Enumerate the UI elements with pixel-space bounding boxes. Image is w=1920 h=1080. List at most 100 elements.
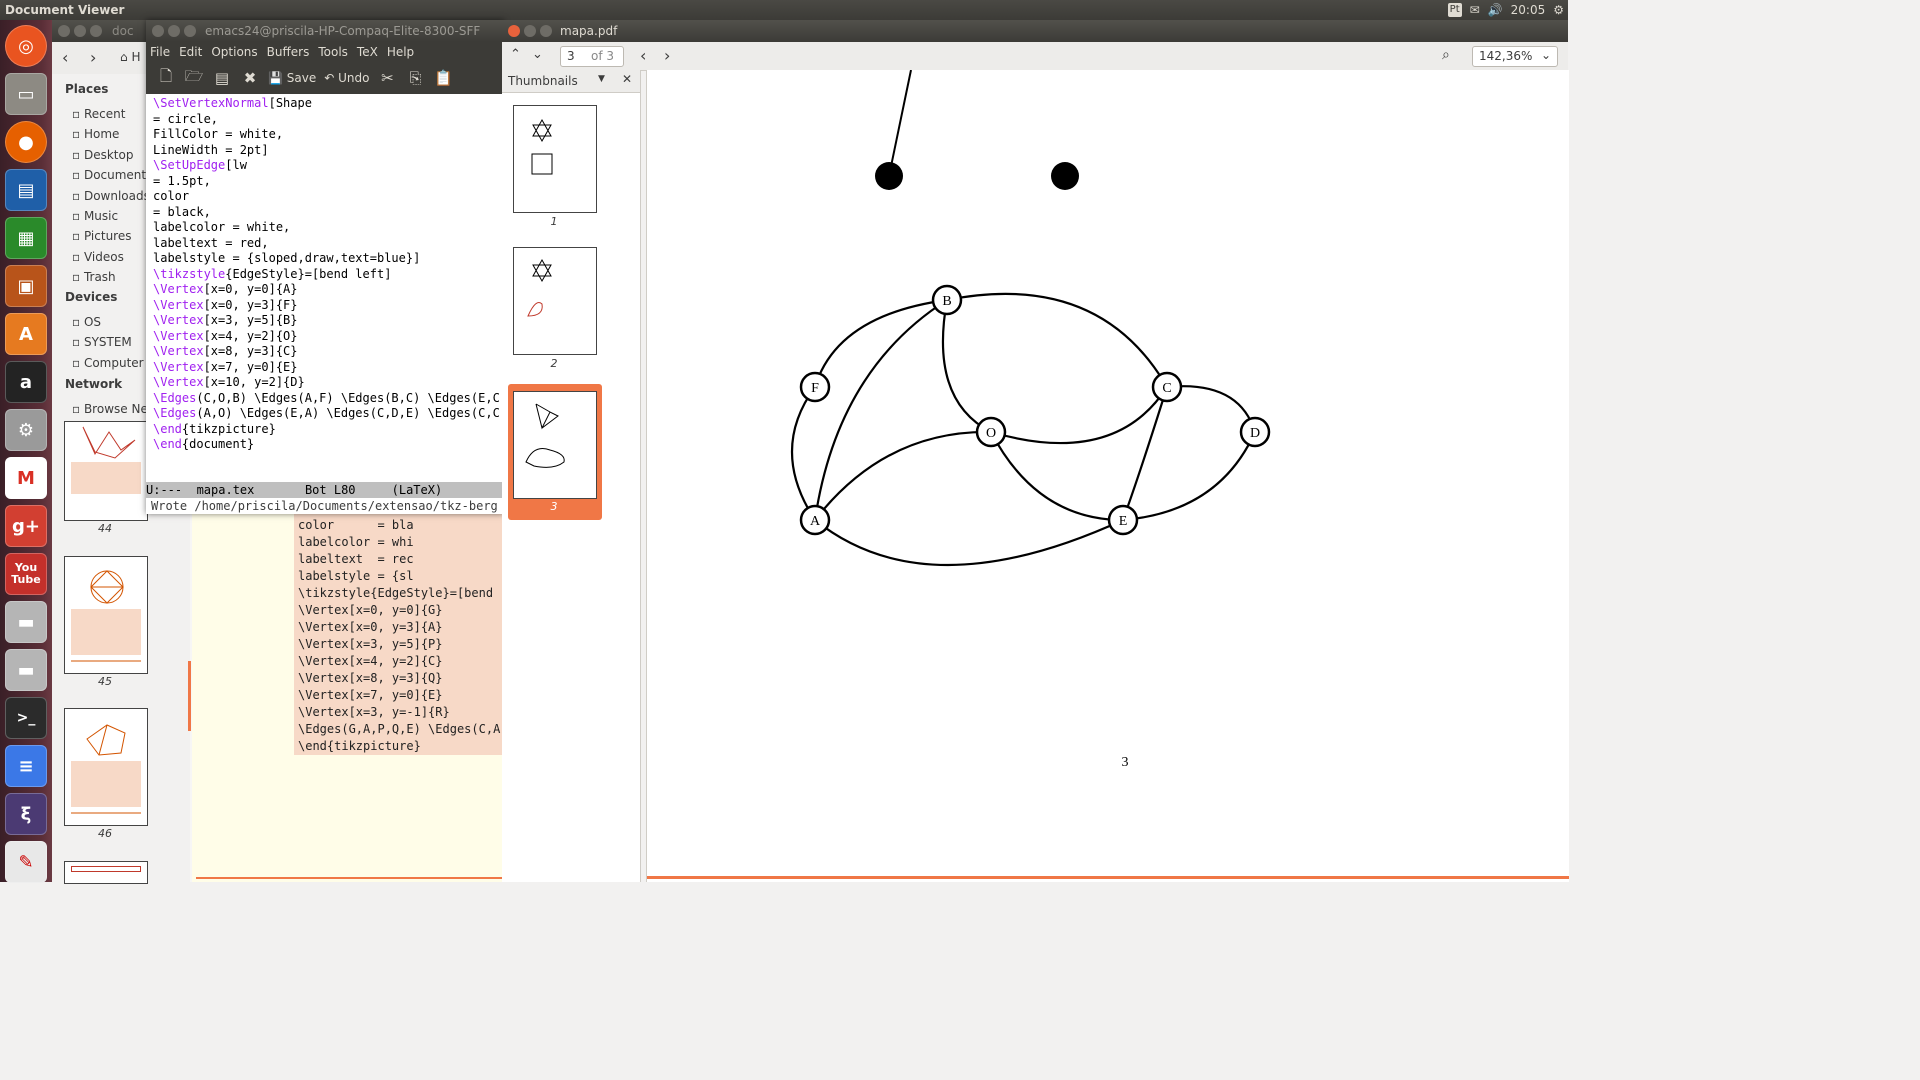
terminal-icon[interactable]: >_ [5,697,47,739]
paste-icon[interactable]: 📋 [433,68,453,88]
doc-thumb-46[interactable] [64,708,148,826]
code-line: = circle, [153,112,500,128]
undo-button[interactable]: ↶ Undo [324,71,369,85]
close-icon[interactable] [508,25,520,37]
amazon-icon[interactable]: a [5,361,47,403]
minimize-icon[interactable] [74,25,86,37]
files-icon[interactable]: ▭ [5,73,47,115]
gear-icon[interactable]: ⚙ [1553,3,1564,17]
disk-2-icon[interactable]: ▬ [5,649,47,691]
devices-item-label: OS [83,315,102,329]
emacs-menu-edit[interactable]: Edit [179,45,202,59]
copy-icon[interactable]: ⎘ [405,68,425,88]
previous-page-icon[interactable]: ⌃ [510,47,521,62]
graph-figure: A B C D E F O 3 [791,69,1271,770]
places-item-label: Home [83,127,120,142]
back-icon[interactable]: ‹ [62,48,68,67]
keyboard-indicator[interactable]: Pt [1447,3,1462,17]
firefox-icon[interactable]: ● [5,121,47,163]
doc-thumb-44[interactable] [64,421,148,521]
vertex-label-B: B [942,294,951,309]
thumbnail-page-2[interactable] [513,247,597,355]
emacs-icon[interactable]: ξ [5,793,47,835]
minimize-icon[interactable] [168,25,180,37]
search-icon[interactable]: ⌕ [1442,47,1450,63]
thumbnail-page-3[interactable] [513,391,597,499]
devices-item-0[interactable]: ▫ OS [72,312,144,332]
history-back-icon[interactable]: ‹ [640,46,646,65]
emacs-menu-options[interactable]: Options [211,45,257,59]
code-keyword: \Vertex [153,282,204,296]
code-rest: = black, [153,204,211,219]
places-item-0[interactable]: ▫ Recent [72,104,150,124]
places-item-2[interactable]: ▫ Desktop [72,145,150,165]
places-item-4[interactable]: ▫ Downloads [72,186,150,206]
graph-edge [1122,431,1257,522]
close-buffer-icon[interactable]: ✖ [240,68,260,88]
doc-code-line: \Vertex[x=3, y=5]{P} [298,637,443,651]
maximize-icon[interactable] [184,25,196,37]
evince-icon[interactable]: ✎ [5,841,47,883]
chevron-down-icon[interactable]: ▼ [598,74,605,84]
doc-thumb-45[interactable] [64,556,148,674]
thumbnail-label-1: 1 [550,215,558,228]
new-file-icon[interactable]: 🗋 [156,67,176,88]
gmail-icon[interactable]: M [5,457,47,499]
zoom-select[interactable]: 142,36% ⌄ [1472,46,1558,67]
places-item-7[interactable]: ▫ Videos [72,247,150,267]
doc-code-line: \tikzstyle{EdgeStyle}=[bend [298,586,494,600]
emacs-buffer[interactable]: \SetVertexNormal[Shape = circle, FillColor… [153,96,500,453]
volume-icon[interactable]: 🔊 [1488,3,1503,17]
code-line: \Vertex[x=10, y=2]{D} [153,375,500,391]
code-rest: labelstyle = {sloped,draw,text=blue}] [153,251,421,265]
places-item-5[interactable]: ▫ Music [72,206,150,226]
emacs-menu-buffers[interactable]: Buffers [267,45,310,59]
page-input[interactable]: 3 of 3 [560,46,624,67]
emacs-menu-file[interactable]: File [150,45,170,59]
emacs-menu-help[interactable]: Help [387,45,414,59]
places-item-8[interactable]: ▫ Trash [72,267,150,287]
ubuntu-dash-icon[interactable]: ◎ [5,25,47,67]
minimize-icon[interactable] [524,25,536,37]
history-forward-icon[interactable]: › [664,46,670,65]
devices-item-2[interactable]: ▫ Computer [72,353,144,373]
disk-icon[interactable]: ▬ [5,601,47,643]
impress-icon[interactable]: ▣ [5,265,47,307]
network-item-0[interactable]: ▫ Browse Ne [72,399,148,419]
cut-icon[interactable]: ✂ [377,68,397,88]
code-rest: [x=3, y=5]{B} [203,313,298,327]
doc-thumb-47[interactable] [64,861,148,884]
dired-icon[interactable]: ▤ [212,68,232,88]
clock[interactable]: 20:05 [1511,3,1546,17]
open-folder-icon[interactable]: 🗁 [184,67,204,88]
graph-vertex-black [1051,162,1079,190]
youtube-icon[interactable]: You Tube [5,553,47,595]
emacs-menu-tools[interactable]: Tools [318,45,348,59]
doc-code: color = bla labelcolor = whi labeltext = r… [298,517,500,755]
save-button[interactable]: 💾 Save [268,71,316,85]
places-item-6[interactable]: ▫ Pictures [72,226,150,246]
close-icon[interactable] [152,25,164,37]
writer-icon[interactable]: ▤ [5,169,47,211]
places-item-1[interactable]: ▫ Home [72,124,150,144]
google-plus-icon[interactable]: g+ [5,505,47,547]
home-crumb[interactable]: ⌂ H [120,50,140,64]
settings-icon[interactable]: ⚙ [5,409,47,451]
pdf-titlebar: mapa.pdf [502,20,1568,42]
thumbnail-page-1[interactable] [513,105,597,213]
places-item-3[interactable]: ▫ Document [72,165,150,185]
software-center-icon[interactable]: A [5,313,47,355]
sidebar-mode-label[interactable]: Thumbnails [508,74,578,88]
next-page-icon[interactable]: ⌄ [532,47,543,62]
emacs-menu-tex[interactable]: TeX [357,45,378,59]
calc-icon[interactable]: ▦ [5,217,47,259]
docs-icon[interactable]: ≡ [5,745,47,787]
close-icon[interactable] [58,25,70,37]
close-sidebar-icon[interactable]: ✕ [622,72,632,86]
maximize-icon[interactable] [540,25,552,37]
maximize-icon[interactable] [90,25,102,37]
forward-icon[interactable]: › [90,48,96,67]
devices-item-1[interactable]: ▫ SYSTEM [72,332,144,352]
mail-icon[interactable]: ✉ [1470,3,1480,17]
thumbnail-label-2: 2 [550,357,558,370]
